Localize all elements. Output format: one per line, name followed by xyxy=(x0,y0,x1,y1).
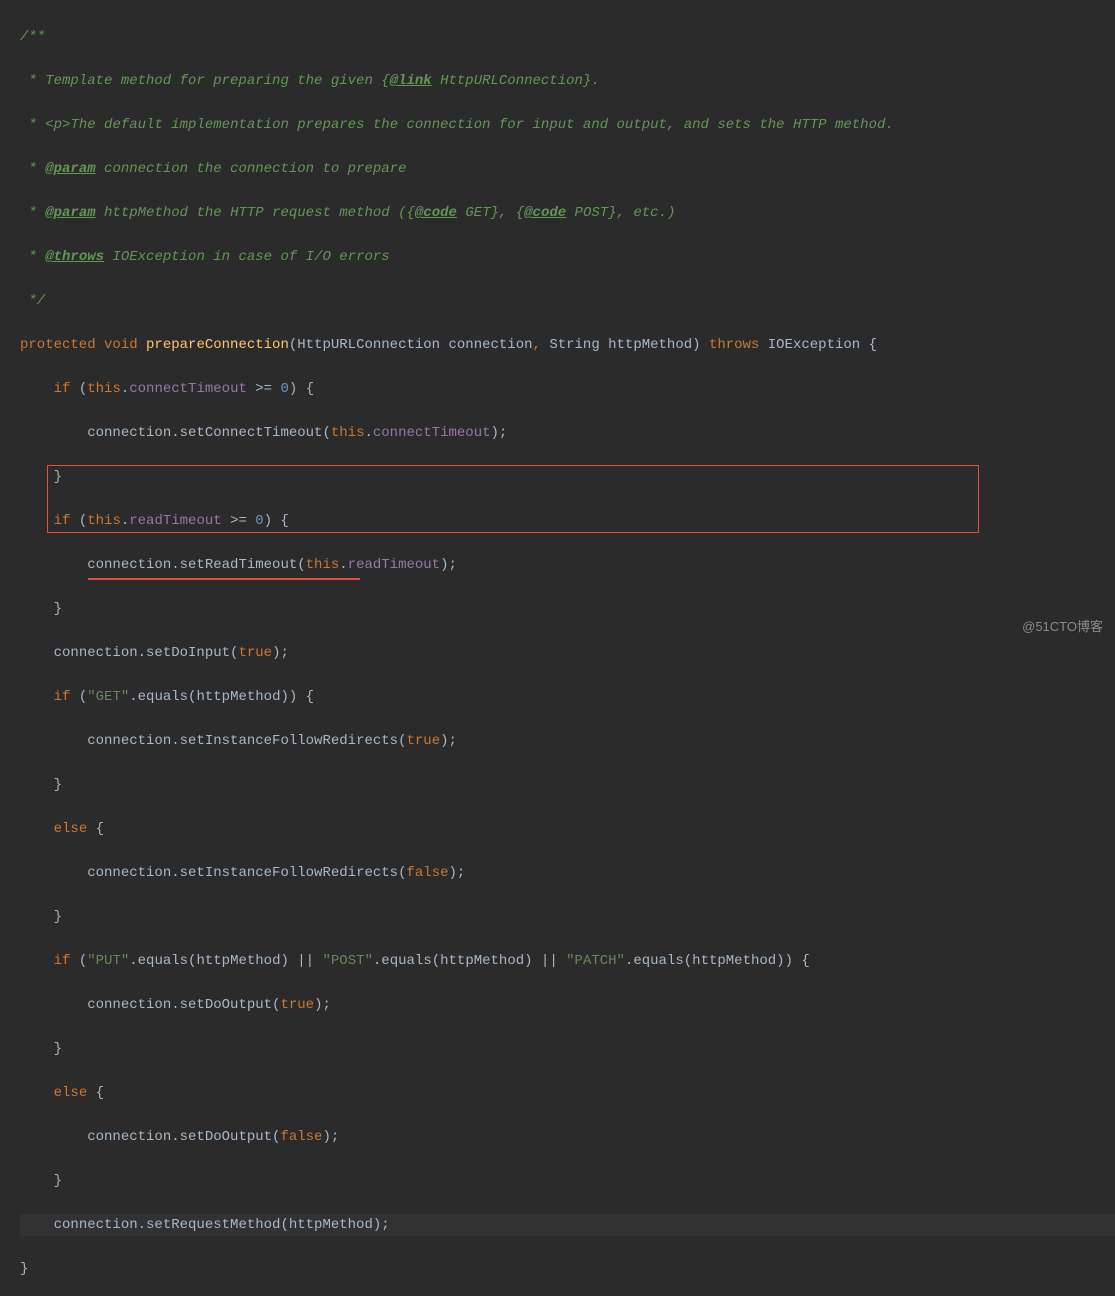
semicolon: ); xyxy=(322,1129,339,1145)
keyword-if: if xyxy=(54,381,79,397)
keyword-this: this xyxy=(87,381,121,397)
javadoc-close: */ xyxy=(20,293,45,309)
keyword-this: this xyxy=(87,513,121,529)
keyword-if: if xyxy=(54,689,79,705)
javadoc-line: * xyxy=(20,117,45,133)
semicolon: ); xyxy=(491,425,508,441)
operator-ge: >= xyxy=(247,381,281,397)
keyword-protected: protected xyxy=(20,337,104,353)
call-follow-redirects: connection.setInstanceFollowRedirects( xyxy=(87,865,406,881)
brace-close: } xyxy=(20,1261,28,1277)
paren: ) { xyxy=(264,513,289,529)
javadoc-code-tag: @code xyxy=(524,205,566,221)
semicolon: ); xyxy=(440,733,457,749)
paren: ( xyxy=(79,689,87,705)
exception-type: IOException { xyxy=(768,337,877,353)
call-set-do-output: connection.setDoOutput( xyxy=(87,997,280,1013)
keyword-throws: throws xyxy=(709,337,768,353)
javadoc-html-p: <p> xyxy=(45,117,70,133)
call-equals: .equals(httpMethod)) { xyxy=(625,953,810,969)
keyword-true: true xyxy=(280,997,314,1013)
keyword-if: if xyxy=(54,953,79,969)
javadoc-code-tag: @code xyxy=(415,205,457,221)
field-connect-timeout: connectTimeout xyxy=(129,381,247,397)
field-read-timeout: readTimeout xyxy=(348,557,440,573)
dot: . xyxy=(121,513,129,529)
call-set-connect-timeout: connection.setConnectTimeout( xyxy=(87,425,331,441)
javadoc-param-tag: @param xyxy=(45,205,95,221)
javadoc-throws-tag: @throws xyxy=(45,249,104,265)
semicolon: ); xyxy=(314,997,331,1013)
string-get: "GET" xyxy=(87,689,129,705)
javadoc-open: /** xyxy=(20,29,45,45)
keyword-false: false xyxy=(406,865,448,881)
keyword-if: if xyxy=(54,513,79,529)
javadoc-line: * xyxy=(20,249,45,265)
javadoc-line: The default implementation prepares the … xyxy=(70,117,893,133)
brace-close: } xyxy=(54,909,62,925)
javadoc-line: POST}, etc.) xyxy=(566,205,675,221)
call-set-request-method: connection.setRequestMethod(httpMethod); xyxy=(54,1217,390,1233)
javadoc-line: IOException in case of I/O errors xyxy=(104,249,390,265)
comma: , xyxy=(533,337,550,353)
dot: . xyxy=(121,381,129,397)
javadoc-line: * xyxy=(20,161,45,177)
keyword-void: void xyxy=(104,337,146,353)
javadoc-link-tag: @link xyxy=(390,73,432,89)
paren: ( xyxy=(79,513,87,529)
javadoc-param-tag: @param xyxy=(45,161,95,177)
operator-ge: >= xyxy=(222,513,256,529)
semicolon: ); xyxy=(272,645,289,661)
brace-close: } xyxy=(54,1041,62,1057)
javadoc-line: * xyxy=(20,205,45,221)
string-post: "POST" xyxy=(322,953,372,969)
param-list: (HttpURLConnection connection xyxy=(289,337,533,353)
keyword-else: else xyxy=(54,1085,96,1101)
keyword-this: this xyxy=(331,425,365,441)
paren: ) { xyxy=(289,381,314,397)
call-set-do-input: connection.setDoInput( xyxy=(54,645,239,661)
paren: ( xyxy=(79,953,87,969)
keyword-false: false xyxy=(280,1129,322,1145)
call-equals: .equals(httpMethod) || xyxy=(129,953,322,969)
javadoc-line: * Template method for preparing the give… xyxy=(20,73,390,89)
number-zero: 0 xyxy=(280,381,288,397)
brace-open: { xyxy=(96,1085,104,1101)
code-editor[interactable]: /** * Template method for preparing the … xyxy=(0,0,1115,1296)
string-patch: "PATCH" xyxy=(566,953,625,969)
call-follow-redirects: connection.setInstanceFollowRedirects( xyxy=(87,733,406,749)
call-equals: .equals(httpMethod) || xyxy=(373,953,566,969)
keyword-true: true xyxy=(238,645,272,661)
method-name: prepareConnection xyxy=(146,337,289,353)
javadoc-line: GET}, { xyxy=(457,205,524,221)
brace-close: } xyxy=(54,777,62,793)
keyword-true: true xyxy=(406,733,440,749)
paren: ( xyxy=(79,381,87,397)
field-connect-timeout: connectTimeout xyxy=(373,425,491,441)
brace-close: } xyxy=(54,1173,62,1189)
javadoc-line: HttpURLConnection}. xyxy=(432,73,600,89)
field-read-timeout: readTimeout xyxy=(129,513,221,529)
brace-close: } xyxy=(54,601,62,617)
keyword-else: else xyxy=(54,821,96,837)
brace-open: { xyxy=(96,821,104,837)
call-set-read-timeout: connection.setReadTimeout( xyxy=(87,557,305,573)
call-set-do-output: connection.setDoOutput( xyxy=(87,1129,280,1145)
javadoc-line: connection the connection to prepare xyxy=(96,161,407,177)
keyword-this: this xyxy=(306,557,340,573)
dot: . xyxy=(364,425,372,441)
string-put: "PUT" xyxy=(87,953,129,969)
semicolon: ); xyxy=(449,865,466,881)
brace-close: } xyxy=(54,469,62,485)
javadoc-line: httpMethod the HTTP request method ({ xyxy=(96,205,415,221)
call-equals: .equals(httpMethod)) { xyxy=(129,689,314,705)
semicolon: ); xyxy=(440,557,457,573)
number-zero: 0 xyxy=(255,513,263,529)
dot: . xyxy=(339,557,347,573)
param-list: String httpMethod) xyxy=(549,337,709,353)
watermark-label: @51CTO博客 xyxy=(1022,616,1103,638)
